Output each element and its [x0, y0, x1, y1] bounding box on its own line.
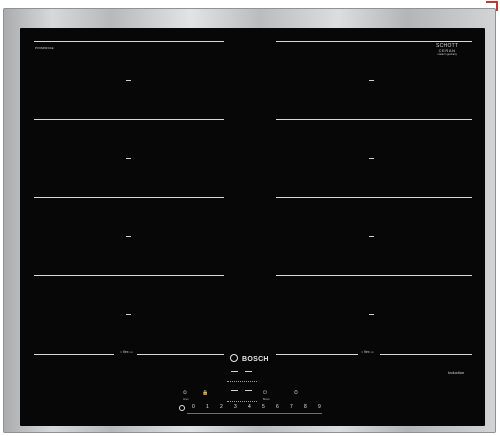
zone-line-right-5a — [276, 354, 358, 355]
zone-center-mark-right-4 — [369, 314, 374, 315]
ceramic-glass-surface: PXX645FC1E SCHOTT CERAN made in germany … — [20, 28, 485, 426]
flex-zone-label-left: ○ flex ▭ — [120, 350, 133, 354]
zone-selector-rear-left[interactable] — [231, 390, 238, 391]
boost-icon[interactable]: ⏻ — [263, 391, 267, 396]
zone-line-left-4 — [34, 275, 224, 276]
zone-center-mark-right-2 — [369, 158, 374, 159]
technology-label: Induction — [448, 370, 465, 375]
main-power-button[interactable] — [179, 405, 185, 411]
boost-label: Boost — [263, 398, 270, 401]
zone-line-right-5b — [380, 354, 472, 355]
model-code: PXX645FC1E — [35, 46, 54, 50]
slider-value-9[interactable]: 9 — [318, 405, 321, 410]
zone-center-mark-left-3 — [126, 236, 131, 237]
zone-line-right-2 — [276, 119, 472, 120]
slider-value-8[interactable]: 8 — [304, 405, 307, 410]
zone-indicator-row-bottom — [227, 401, 257, 402]
zone-center-mark-left-4 — [126, 314, 131, 315]
schott-ceran-logo: SCHOTT CERAN made in germany — [436, 44, 458, 57]
zone-center-mark-right-3 — [369, 236, 374, 237]
slider-value-2[interactable]: 2 — [220, 405, 223, 410]
bosch-logo-icon — [230, 354, 238, 362]
slider-value-6[interactable]: 6 — [276, 405, 279, 410]
clock-icon[interactable]: ⏱ — [294, 391, 298, 396]
zone-center-mark-right-1 — [369, 80, 374, 81]
zone-line-left-2 — [34, 119, 224, 120]
zone-line-left-3 — [34, 197, 224, 198]
zone-center-mark-left-2 — [126, 158, 131, 159]
cooktop-steel-frame: PXX645FC1E SCHOTT CERAN made in germany … — [3, 8, 496, 433]
zone-line-right-1 — [276, 41, 472, 42]
zone-line-right-3 — [276, 197, 472, 198]
zone-line-right-4 — [276, 275, 472, 276]
zone-line-left-1 — [34, 41, 224, 42]
brand-name: BOSCH — [242, 356, 269, 363]
zone-line-left-5b — [137, 354, 224, 355]
zone-selector-front-left[interactable] — [231, 371, 238, 372]
slider-value-5[interactable]: 5 — [262, 405, 265, 410]
timer-label: timer — [183, 398, 189, 401]
lock-icon[interactable]: 🔒 — [202, 391, 208, 396]
flex-zone-label-right: ○ flex ▭ — [361, 350, 374, 354]
zone-line-left-5a — [34, 354, 114, 355]
zone-center-mark-left-1 — [126, 80, 131, 81]
power-slider-rail[interactable] — [187, 413, 322, 414]
slider-value-4[interactable]: 4 — [248, 405, 251, 410]
slider-value-1[interactable]: 1 — [206, 405, 209, 410]
slider-value-7[interactable]: 7 — [290, 405, 293, 410]
zone-selector-rear-right[interactable] — [245, 390, 252, 391]
zone-indicator-row-top — [227, 381, 257, 382]
slider-value-3[interactable]: 3 — [234, 405, 237, 410]
slider-value-0[interactable]: 0 — [192, 405, 195, 410]
timer-icon[interactable]: ⏲ — [183, 391, 187, 396]
glass-brand-line3: made in germany — [437, 53, 457, 56]
zone-selector-front-right[interactable] — [245, 371, 252, 372]
